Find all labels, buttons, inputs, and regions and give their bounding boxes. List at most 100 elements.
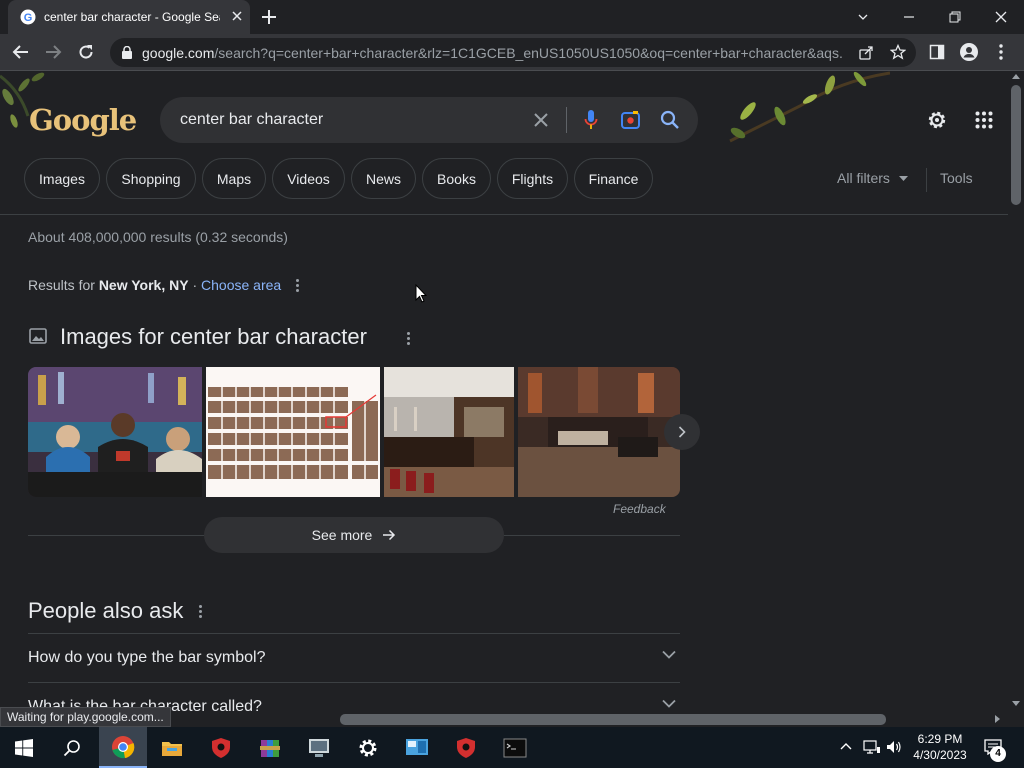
mouse-cursor-icon bbox=[415, 284, 427, 303]
restore-icon[interactable] bbox=[932, 4, 978, 30]
close-window-icon[interactable] bbox=[978, 4, 1024, 30]
location-separator: · bbox=[192, 277, 198, 293]
images-heading[interactable]: Images for center bar character bbox=[60, 324, 367, 350]
images-next-button[interactable] bbox=[664, 414, 700, 450]
chip-videos[interactable]: Videos bbox=[272, 158, 345, 199]
taskbar-settings[interactable] bbox=[344, 727, 392, 768]
chip-shopping[interactable]: Shopping bbox=[106, 158, 196, 199]
choose-area-link[interactable]: Choose area bbox=[201, 277, 281, 293]
vertical-scroll-thumb[interactable] bbox=[1011, 85, 1021, 205]
tools-button[interactable]: Tools bbox=[940, 170, 973, 186]
search-box-divider bbox=[566, 107, 567, 133]
notification-center-button[interactable]: 4 bbox=[976, 727, 1024, 768]
taskbar-security-app-2[interactable] bbox=[442, 727, 490, 768]
windows-taskbar: 6:29 PM 4/30/2023 4 bbox=[0, 727, 1024, 768]
chrome-icon bbox=[111, 735, 135, 759]
feedback-link[interactable]: Feedback bbox=[613, 502, 666, 516]
taskbar-terminal[interactable] bbox=[491, 727, 539, 768]
google-apps-grid-icon[interactable] bbox=[975, 111, 993, 129]
scroll-up-arrow-icon[interactable] bbox=[1012, 74, 1020, 79]
chip-flights[interactable]: Flights bbox=[497, 158, 568, 199]
taskbar-security-app[interactable] bbox=[197, 727, 245, 768]
system-clock[interactable]: 6:29 PM 4/30/2023 bbox=[910, 731, 970, 763]
status-bubble: Waiting for play.google.com... bbox=[0, 707, 171, 727]
terminal-icon bbox=[503, 738, 527, 758]
taskbar-control-panel[interactable] bbox=[393, 727, 441, 768]
start-button[interactable] bbox=[0, 727, 48, 768]
network-icon[interactable] bbox=[863, 739, 881, 755]
taskbar-winrar[interactable] bbox=[246, 727, 294, 768]
control-panel-icon bbox=[405, 738, 429, 758]
tray-overflow-chevron-icon[interactable] bbox=[840, 742, 852, 750]
location-name: New York, NY bbox=[98, 277, 189, 293]
clock-time: 6:29 PM bbox=[917, 732, 963, 746]
chip-finance[interactable]: Finance bbox=[574, 158, 653, 199]
result-stats: About 408,000,000 results (0.32 seconds) bbox=[28, 229, 288, 245]
url-text[interactable]: google.com/search?q=center+bar+character… bbox=[142, 45, 842, 61]
scroll-down-arrow-icon[interactable] bbox=[1012, 701, 1020, 706]
scroll-right-arrow-icon[interactable] bbox=[995, 715, 1000, 723]
tab-search-chevron-icon[interactable] bbox=[840, 4, 886, 30]
reload-icon[interactable] bbox=[77, 43, 95, 61]
bookmark-star-icon[interactable] bbox=[890, 44, 906, 60]
share-icon[interactable] bbox=[858, 45, 874, 61]
chrome-menu-icon[interactable] bbox=[999, 44, 1003, 60]
profile-avatar-icon[interactable] bbox=[960, 43, 978, 61]
taskbar-file-explorer[interactable] bbox=[148, 727, 196, 768]
tools-divider bbox=[926, 168, 927, 192]
image-result-bar-people[interactable] bbox=[28, 367, 202, 497]
image-result-bar-interior[interactable] bbox=[384, 367, 514, 497]
images-more-icon[interactable] bbox=[407, 332, 411, 347]
volume-icon[interactable] bbox=[886, 739, 902, 755]
clear-search-icon[interactable] bbox=[533, 112, 549, 128]
lock-icon[interactable] bbox=[121, 46, 133, 59]
shield-icon bbox=[456, 737, 476, 759]
notification-count-badge: 4 bbox=[990, 746, 1006, 762]
voice-search-mic-icon[interactable] bbox=[584, 109, 598, 131]
chip-images[interactable]: Images bbox=[24, 158, 100, 199]
taskbar-chrome[interactable] bbox=[99, 727, 147, 768]
search-results-page: Google center bar character Images Shopp… bbox=[0, 71, 1008, 712]
tab-close-icon[interactable] bbox=[230, 9, 244, 23]
see-more-button[interactable]: See more bbox=[204, 517, 504, 553]
gear-icon bbox=[358, 738, 378, 758]
google-lens-camera-icon[interactable] bbox=[620, 110, 641, 130]
horizontal-scroll-thumb[interactable] bbox=[340, 714, 886, 725]
taskbar-remote-app[interactable] bbox=[295, 727, 343, 768]
paa-more-icon[interactable] bbox=[199, 605, 203, 620]
tab-title: center bar character - Google Search bbox=[44, 10, 220, 24]
search-input[interactable]: center bar character bbox=[180, 111, 323, 129]
vertical-scrollbar[interactable] bbox=[1008, 71, 1024, 712]
image-result-lounge[interactable] bbox=[518, 367, 680, 497]
search-magnifier-icon[interactable] bbox=[660, 110, 680, 130]
url-host: google.com bbox=[142, 45, 215, 61]
google-doodle-logo[interactable]: Google bbox=[29, 103, 137, 137]
google-favicon-icon: G bbox=[20, 9, 36, 25]
folder-icon bbox=[161, 739, 183, 757]
clock-date: 4/30/2023 bbox=[913, 748, 967, 762]
shield-icon bbox=[211, 737, 231, 759]
new-tab-plus-icon[interactable] bbox=[259, 7, 279, 27]
back-arrow-icon[interactable] bbox=[12, 43, 30, 61]
chevron-down-icon bbox=[662, 699, 676, 708]
forward-arrow-icon[interactable] bbox=[44, 43, 62, 61]
side-panel-icon[interactable] bbox=[929, 44, 945, 60]
minimize-icon[interactable] bbox=[886, 4, 932, 30]
see-more-label: See more bbox=[311, 527, 373, 543]
taskbar-search-button[interactable] bbox=[48, 727, 96, 768]
paa-heading: People also ask bbox=[28, 598, 184, 623]
chip-books[interactable]: Books bbox=[422, 158, 491, 199]
chip-news[interactable]: News bbox=[351, 158, 416, 199]
address-bar[interactable]: google.com/search?q=center+bar+character… bbox=[110, 38, 916, 67]
paa-question-text: How do you type the bar symbol? bbox=[28, 649, 266, 666]
location-more-icon[interactable] bbox=[296, 279, 300, 294]
paa-question-1[interactable]: How do you type the bar symbol? bbox=[28, 633, 680, 682]
chip-maps[interactable]: Maps bbox=[202, 158, 266, 199]
all-filters-dropdown[interactable]: All filters bbox=[837, 170, 908, 186]
settings-gear-icon[interactable] bbox=[926, 109, 948, 131]
image-result-keyboard[interactable] bbox=[206, 367, 380, 497]
doodle-vine-right-icon bbox=[729, 71, 890, 143]
search-box[interactable]: center bar character bbox=[160, 97, 698, 143]
location-prefix: Results for bbox=[28, 277, 95, 293]
browser-tab[interactable]: G center bar character - Google Search bbox=[8, 0, 250, 34]
